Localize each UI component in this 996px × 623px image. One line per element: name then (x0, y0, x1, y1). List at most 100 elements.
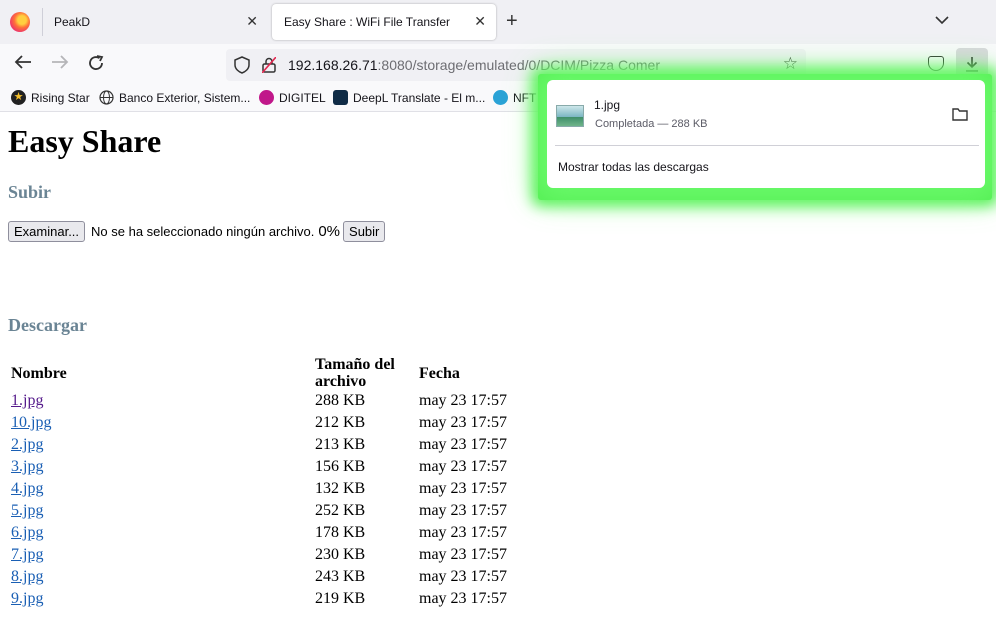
insecure-lock-icon[interactable] (262, 57, 276, 73)
downloads-panel: 1.jpg Completada — 288 KB Mostrar todas … (547, 80, 985, 188)
file-size-cell: 219 KB (315, 590, 366, 607)
file-date-cell: may 23 17:57 (419, 546, 507, 563)
nft-icon (493, 90, 508, 105)
file-size-cell: 243 KB (315, 568, 366, 585)
column-header-size: Tamaño del archivo (315, 356, 395, 390)
close-icon[interactable]: ✕ (474, 13, 486, 30)
table-row: 10.jpg 212 KB may 23 17:57 (11, 412, 519, 434)
close-icon[interactable]: ✕ (246, 13, 258, 30)
file-name-cell: 10.jpg (11, 412, 312, 434)
download-arrow-icon (966, 57, 978, 72)
file-name-cell: 5.jpg (11, 500, 312, 522)
deepl-icon (333, 90, 348, 105)
file-date-cell: may 23 17:57 (419, 590, 507, 607)
plus-icon[interactable]: + (506, 10, 518, 32)
tab-bar: PeakD ✕ Easy Share : WiFi File Transfer … (0, 0, 996, 44)
pocket-icon[interactable] (928, 56, 944, 71)
column-header-name: Nombre (11, 364, 67, 382)
file-link[interactable]: 4.jpg (11, 480, 43, 497)
file-link[interactable]: 5.jpg (11, 502, 43, 519)
bookmark-deepl[interactable]: DeepL Translate - El m... (333, 90, 485, 105)
table-header-row: Nombre Tamaño del archivo Fecha (11, 356, 519, 390)
file-link[interactable]: 3.jpg (11, 458, 43, 475)
column-header-date: Fecha (419, 364, 460, 382)
page-title: Easy Share (8, 123, 162, 159)
file-date-cell: may 23 17:57 (419, 524, 507, 541)
file-size-cell: 230 KB (315, 546, 366, 563)
url-text[interactable]: 192.168.26.71:8080/storage/emulated/0/DC… (288, 57, 660, 73)
panel-divider (555, 145, 979, 146)
bookmark-digitel[interactable]: DIGITEL (259, 90, 326, 105)
file-date-cell: may 23 17:57 (419, 568, 507, 585)
shield-icon[interactable] (234, 56, 250, 74)
globe-icon (99, 90, 114, 105)
file-link[interactable]: 10.jpg (11, 414, 51, 431)
chevron-down-icon[interactable] (935, 12, 949, 28)
folder-icon[interactable] (952, 107, 968, 121)
file-name-cell: 2.jpg (11, 434, 312, 456)
browse-button[interactable]: Examinar... (8, 221, 86, 242)
bookmark-label: Rising Star (31, 90, 90, 105)
bookmark-label: DIGITEL (279, 90, 326, 105)
file-link[interactable]: 2.jpg (11, 436, 43, 453)
tab-easy-share[interactable]: Easy Share : WiFi File Transfer ✕ (272, 4, 496, 40)
file-name-cell: 8.jpg (11, 566, 312, 588)
file-name-cell: 1.jpg (11, 390, 312, 412)
no-file-text: No se ha seleccionado ningún archivo. (91, 224, 315, 239)
files-table-body: 1.jpg 288 KB may 23 17:57 10.jpg 212 KB may 2… (11, 390, 519, 610)
table-row: 1.jpg 288 KB may 23 17:57 (11, 390, 519, 412)
table-row: 9.jpg 219 KB may 23 17:57 (11, 588, 519, 610)
show-all-downloads-link[interactable]: Mostrar todas las descargas (558, 160, 709, 174)
file-name-cell: 4.jpg (11, 478, 312, 500)
tab-title: Easy Share : WiFi File Transfer (284, 15, 451, 29)
upload-progress: 0% (318, 223, 341, 240)
file-date-cell: may 23 17:57 (419, 480, 507, 497)
file-name-cell: 3.jpg (11, 456, 312, 478)
reload-icon[interactable] (87, 54, 105, 76)
file-size-cell: 212 KB (315, 414, 366, 431)
file-size-cell: 156 KB (315, 458, 366, 475)
upload-form: Examinar... No se ha seleccionado ningún… (8, 221, 386, 242)
tab-divider (42, 8, 43, 36)
files-table: Nombre Tamaño del archivo Fecha 1.jpg 288… (8, 356, 522, 610)
back-arrow-icon[interactable] (14, 54, 32, 74)
file-link[interactable]: 1.jpg (11, 392, 43, 409)
bookmark-star-icon[interactable]: ☆ (783, 54, 798, 74)
bookmark-banco-exterior[interactable]: Banco Exterior, Sistem... (99, 90, 250, 105)
download-status: Completada — 288 KB (595, 118, 708, 130)
file-link[interactable]: 9.jpg (11, 590, 43, 607)
url-host: 192.168.26.71 (288, 57, 378, 73)
star-icon: ★ (11, 90, 26, 105)
table-row: 6.jpg 178 KB may 23 17:57 (11, 522, 519, 544)
file-date-cell: may 23 17:57 (419, 458, 507, 475)
bookmark-nft[interactable]: NFT (493, 90, 536, 105)
file-name-cell: 7.jpg (11, 544, 312, 566)
file-link[interactable]: 6.jpg (11, 524, 43, 541)
table-row: 7.jpg 230 KB may 23 17:57 (11, 544, 519, 566)
digitel-icon (259, 90, 274, 105)
bookmark-label: NFT (513, 90, 537, 105)
table-row: 3.jpg 156 KB may 23 17:57 (11, 456, 519, 478)
url-path: :8080/storage/emulated/0/DCIM/Pizza Come… (377, 57, 660, 73)
upload-submit-button[interactable]: Subir (343, 221, 386, 242)
download-file-name[interactable]: 1.jpg (594, 98, 620, 112)
file-size-cell: 213 KB (315, 436, 366, 453)
table-row: 5.jpg 252 KB may 23 17:57 (11, 500, 519, 522)
firefox-icon[interactable] (10, 12, 30, 32)
tab-peakd[interactable]: PeakD ✕ (42, 4, 268, 40)
image-file-icon (556, 105, 584, 127)
file-link[interactable]: 7.jpg (11, 546, 43, 563)
file-size-cell: 178 KB (315, 524, 366, 541)
download-heading: Descargar (8, 315, 87, 335)
forward-arrow-icon[interactable] (51, 54, 69, 74)
file-name-cell: 9.jpg (11, 588, 312, 610)
file-date-cell: may 23 17:57 (419, 502, 507, 519)
bookmark-label: Banco Exterior, Sistem... (119, 90, 251, 105)
file-name-cell: 6.jpg (11, 522, 312, 544)
file-size-cell: 252 KB (315, 502, 366, 519)
file-date-cell: may 23 17:57 (419, 392, 507, 409)
file-link[interactable]: 8.jpg (11, 568, 43, 585)
bookmark-label: DeepL Translate - El m... (353, 90, 486, 105)
file-size-cell: 132 KB (315, 480, 366, 497)
bookmark-rising-star[interactable]: ★ Rising Star (11, 90, 90, 105)
